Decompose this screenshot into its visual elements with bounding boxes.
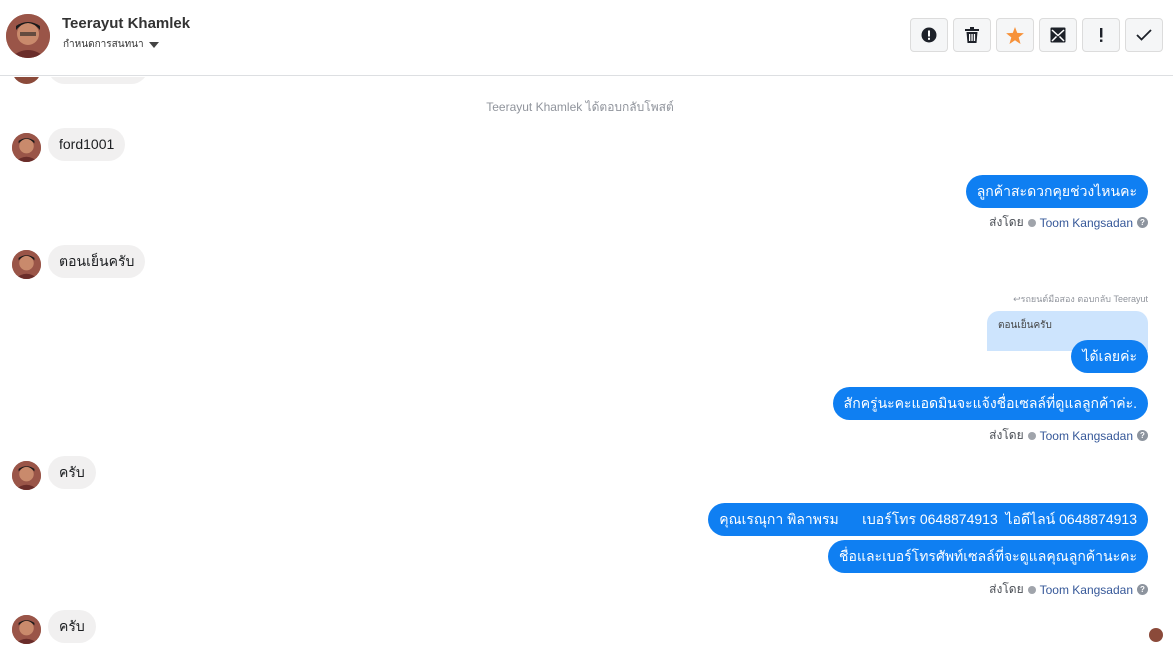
help-icon[interactable]: ? [1137,217,1148,228]
sent-by-info: ส่งโดย Toom Kangsadan ? [989,426,1148,445]
conversation-status-dropdown[interactable]: กำหนดการสนทนา [63,37,159,52]
conversation-header: Teerayut Khamlek กำหนดการสนทนา [0,0,1173,76]
incoming-message: ตอนเย็นครับ [48,245,146,278]
checkmark-icon [1136,29,1152,41]
system-notice: Teerayut Khamlek ได้ตอบกลับโพสต์ [486,100,674,114]
delete-button[interactable] [953,18,991,52]
outgoing-message: คุณเรณุกา พิลาพรม เบอร์โทร 0648874913 ไอ… [708,503,1148,536]
sent-by-info: ส่งโดย Toom Kangsadan ? [989,213,1148,232]
avatar [12,133,41,162]
agent-name[interactable]: Toom Kangsadan [1040,429,1133,443]
avatar [12,615,41,644]
star-button[interactable] [996,18,1034,52]
message-bubble-partial [48,77,148,84]
outgoing-message: สักครู่นะคะแอดมินจะแจ้งชื่อเซลล์ที่ดูแลล… [832,387,1148,420]
envelope-x-icon [1050,27,1066,43]
outgoing-message: ได้เลยค่ะ [1071,340,1148,373]
chevron-down-icon [148,41,159,48]
sent-by-info: ส่งโดย Toom Kangsadan ? [989,580,1148,599]
agent-name[interactable]: Toom Kangsadan [1040,216,1133,230]
message-thread[interactable]: Teerayut Khamlek ได้ตอบกลับโพสต์ ford100… [0,77,1173,668]
sent-by-label: ส่งโดย [989,582,1024,596]
reply-hint: ↩รถยนต์มือสอง ตอบกลับ Teerayut [1013,292,1148,306]
avatar[interactable] [6,14,50,58]
archive-button[interactable] [1039,18,1077,52]
verified-icon [1027,585,1036,594]
reply-hint-text: รถยนต์มือสอง ตอบกลับ Teerayut [1020,294,1148,304]
outgoing-message: ชื่อและเบอร์โทรศัพท์เซลล์ที่จะดูแลคุณลูก… [828,540,1148,573]
avatar [12,250,41,279]
sent-by-label: ส่งโดย [989,215,1024,229]
incoming-message: ครับ [48,456,96,489]
sent-by-label: ส่งโดย [989,428,1024,442]
follow-up-button[interactable] [1082,18,1120,52]
contact-name: Teerayut Khamlek [62,15,191,32]
star-icon [1006,26,1024,44]
done-button[interactable] [1125,18,1163,52]
agent-name[interactable]: Toom Kangsadan [1040,583,1133,597]
exclamation-icon [1100,28,1103,42]
status-label: กำหนดการสนทนา [63,39,144,50]
action-toolbar [910,18,1163,52]
outgoing-message: ลูกค้าสะดวกคุยช่วงไหนคะ [965,175,1148,208]
incoming-message: ford1001 [48,128,126,161]
alert-circle-icon [921,27,937,43]
help-icon[interactable]: ? [1137,430,1148,441]
help-icon[interactable]: ? [1137,584,1148,595]
reply-icon: ↩ [1013,294,1021,304]
incoming-message: ครับ [48,610,96,643]
verified-icon [1027,431,1036,440]
avatar [12,77,41,84]
seen-avatar [1149,628,1163,642]
spam-button[interactable] [910,18,948,52]
trash-icon [965,27,979,43]
verified-icon [1027,218,1036,227]
avatar [12,461,41,490]
